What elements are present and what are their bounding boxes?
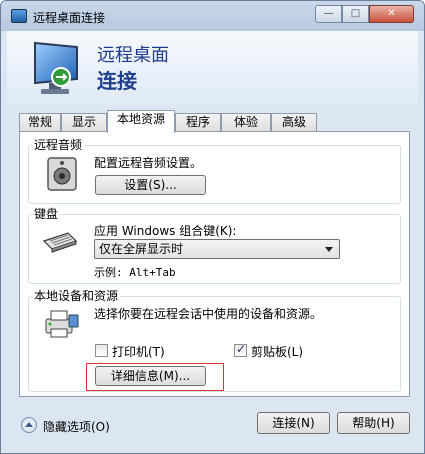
keyboard-description: 应用 Windows 组合键(K): — [94, 224, 237, 238]
tab-advanced[interactable]: 高级 — [271, 113, 317, 132]
chevron-up-icon[interactable] — [21, 417, 37, 433]
tab-local-resources[interactable]: 本地资源 — [107, 110, 175, 133]
title-bar[interactable]: 远程桌面连接 — □ ✕ — [1, 1, 424, 31]
printer-label[interactable]: 打印机(T) — [112, 343, 165, 360]
window-title: 远程桌面连接 — [33, 11, 106, 25]
tab-general[interactable]: 常规 — [19, 113, 61, 132]
banner: 远程桌面 连接 — [7, 31, 418, 106]
printer-devices-icon — [45, 310, 79, 338]
keyboard-legend: 键盘 — [32, 205, 61, 222]
details-highlight-box — [86, 363, 224, 391]
remote-audio-description: 配置远程音频设置。 — [94, 156, 203, 170]
rdp-window: 远程桌面连接 — □ ✕ 远程桌面 连接 常规 显示 本地资源 程序 体验 高级 — [0, 0, 425, 454]
local-devices-description: 选择你要在远程会话中使用的设备和资源。 — [94, 307, 323, 321]
app-icon — [11, 9, 27, 23]
tab-panel-local-resources: 远程音频 配置远程音频设置。 设置(S)... 键盘 应用 Windows 组合… — [19, 131, 410, 397]
windows-keys-selected: 仅在全屏显示时 — [99, 242, 184, 256]
keyboard-icon — [42, 232, 78, 253]
close-button[interactable]: ✕ — [369, 5, 414, 23]
windows-keys-select[interactable]: 仅在全屏显示时 — [94, 239, 340, 259]
chevron-down-icon — [325, 247, 333, 252]
local-devices-legend: 本地设备和资源 — [32, 287, 121, 304]
tab-experience[interactable]: 体验 — [221, 113, 271, 132]
clipboard-checkbox[interactable] — [234, 342, 247, 357]
speaker-icon — [47, 157, 77, 191]
maximize-button[interactable]: □ — [342, 5, 369, 23]
printer-checkbox[interactable] — [95, 344, 108, 357]
remote-audio-legend: 远程音频 — [32, 136, 85, 153]
remote-audio-group — [28, 145, 401, 204]
tab-display[interactable]: 显示 — [61, 113, 107, 132]
help-button[interactable]: 帮助(H) — [337, 412, 410, 434]
tab-programs[interactable]: 程序 — [175, 113, 221, 132]
banner-title-line2: 连接 — [97, 69, 137, 93]
hide-options-link[interactable]: 隐藏选项(O) — [43, 418, 110, 435]
clipboard-label[interactable]: 剪贴板(L) — [251, 343, 303, 360]
keyboard-example: 示例: Alt+Tab — [94, 266, 176, 279]
connect-button[interactable]: 连接(N) — [257, 412, 330, 434]
minimize-button[interactable]: — — [315, 5, 342, 23]
audio-settings-button[interactable]: 设置(S)... — [95, 175, 206, 195]
banner-title-line1: 远程桌面 — [97, 45, 169, 66]
monitor-connection-icon — [34, 41, 78, 94]
